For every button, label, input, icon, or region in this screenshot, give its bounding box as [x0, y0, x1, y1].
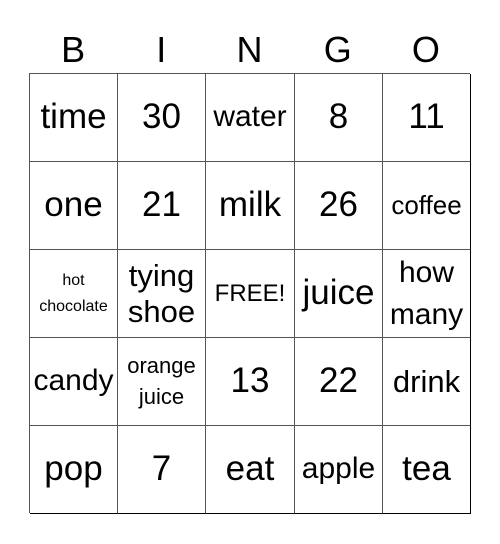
header-letter-o: O	[411, 29, 440, 70]
bingo-cell[interactable]: 22	[295, 338, 383, 426]
bingo-header: B I N G O	[29, 27, 470, 73]
bingo-cell[interactable]: 11	[383, 74, 471, 162]
bingo-cell[interactable]: orange juice	[118, 338, 206, 426]
bingo-cell[interactable]: drink	[383, 338, 471, 426]
bingo-cell[interactable]: 21	[118, 162, 206, 250]
bingo-cell[interactable]: 26	[295, 162, 383, 250]
bingo-cell[interactable]: eat	[206, 426, 295, 514]
bingo-cell[interactable]: milk	[206, 162, 295, 250]
header-letter-n: N	[236, 29, 263, 70]
bingo-cell[interactable]: pop	[30, 426, 118, 514]
bingo-cell[interactable]: 30	[118, 74, 206, 162]
bingo-cell[interactable]: candy	[30, 338, 118, 426]
bingo-cell[interactable]: juice	[295, 250, 383, 338]
bingo-cell[interactable]: time	[30, 74, 118, 162]
bingo-cell[interactable]: coffee	[383, 162, 471, 250]
bingo-cell[interactable]: how many	[383, 250, 471, 338]
bingo-cell[interactable]: one	[30, 162, 118, 250]
bingo-cell[interactable]: apple	[295, 426, 383, 514]
bingo-cell[interactable]: 8	[295, 74, 383, 162]
bingo-cell[interactable]: hot chocolate	[30, 250, 118, 338]
header-letter-b: B	[61, 29, 86, 70]
free-space-cell[interactable]: FREE!	[206, 250, 295, 338]
bingo-cell[interactable]: tea	[383, 426, 471, 514]
bingo-cell[interactable]: 7	[118, 426, 206, 514]
header-letter-g: G	[323, 29, 352, 70]
bingo-cell[interactable]: 13	[206, 338, 295, 426]
bingo-grid: time 30 water 8 11 one 21 milk 26 coffee…	[29, 73, 471, 514]
bingo-cell[interactable]: water	[206, 74, 295, 162]
bingo-cell[interactable]: tying shoe	[118, 250, 206, 338]
header-letter-i: I	[156, 29, 167, 70]
